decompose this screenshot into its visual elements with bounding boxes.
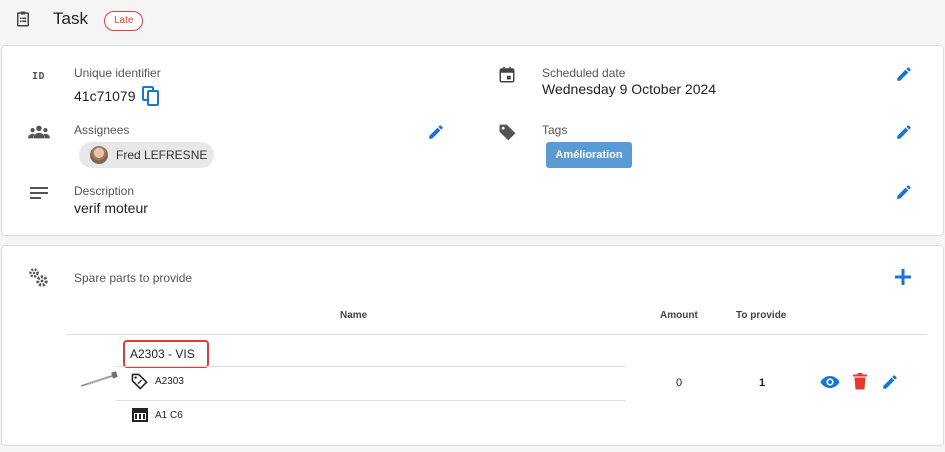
edit-description-button[interactable] [895,183,913,201]
column-header-amount: Amount [660,310,698,321]
text-lines-icon [30,187,48,199]
part-amount: 0 [676,377,683,389]
storage-location-icon [132,408,148,422]
delete-part-button[interactable] [853,373,867,390]
tags-label: Tags [542,123,568,137]
part-to-provide: 1 [759,377,766,389]
add-spare-part-button[interactable] [895,269,911,285]
edit-assignees-button[interactable] [427,123,445,141]
page-title: Task [53,9,88,28]
identifier-label: Unique identifier [74,66,161,80]
edit-tags-button[interactable] [895,123,913,141]
copy-icon[interactable] [142,86,160,106]
status-badge: Late [104,11,144,31]
table-row: A2303 - VIS A2303 A1 C6 0 1 [2,335,945,445]
id-icon: ID [32,71,46,82]
spare-parts-title: Spare parts to provide [74,271,193,285]
description-label: Description [74,184,135,198]
tag-icon [499,124,516,141]
assignee-name: Fred LEFRESNE [116,148,208,162]
tag-chip[interactable]: Amélioration [546,142,632,168]
part-name: A2303 - VIS [130,347,195,361]
part-location: A1 C6 [155,410,183,421]
edit-scheduled-date-button[interactable] [895,65,913,83]
clipboard-icon [17,11,29,27]
scheduled-date-label: Scheduled date [542,66,626,80]
edit-part-button[interactable] [881,373,899,391]
task-header: Task Late [0,0,945,40]
spare-parts-card: Spare parts to provide Name Amount To pr… [1,245,944,446]
avatar [90,146,108,164]
task-details-card: ID Unique identifier 41c71079 Scheduled … [1,45,944,236]
calendar-icon [499,66,515,83]
screw-image [80,371,118,387]
reference-tag-icon [131,373,148,390]
assignees-label: Assignees [74,123,130,137]
row-divider [116,366,626,367]
description-value: verif moteur [74,200,148,216]
people-icon [28,125,50,139]
scheduled-date-value: Wednesday 9 October 2024 [542,81,717,97]
gears-icon [29,268,48,287]
view-part-button[interactable] [820,375,840,389]
column-header-to-provide: To provide [736,310,787,321]
assignee-chip[interactable]: Fred LEFRESNE [79,142,214,168]
column-header-name: Name [340,310,368,321]
identifier-value: 41c71079 [74,88,136,104]
part-reference: A2303 [155,376,184,387]
row-divider [116,400,626,401]
